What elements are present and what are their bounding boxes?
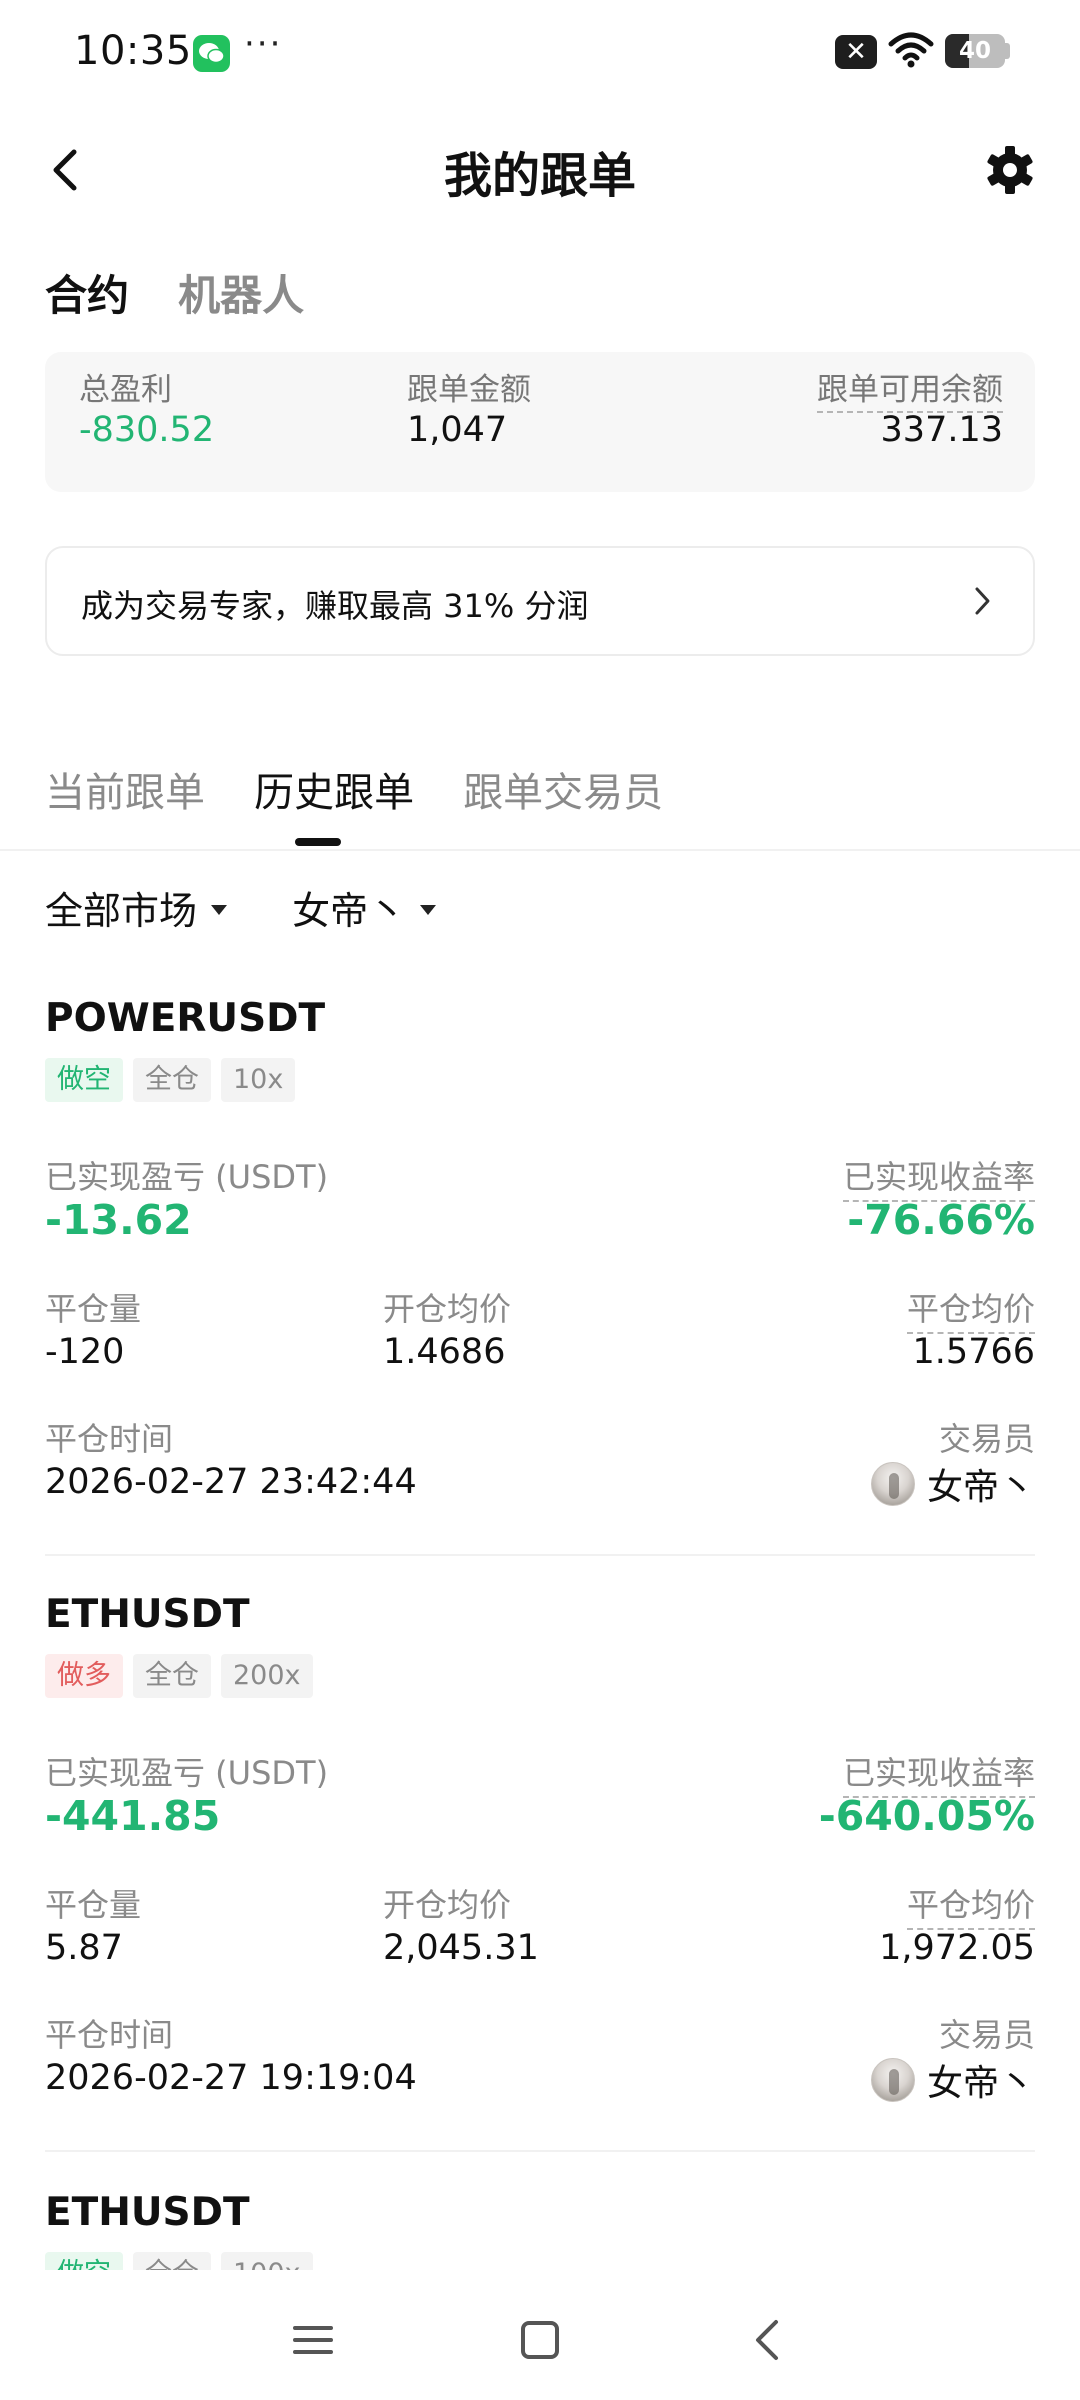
trader-filter-label: 女帝丶 [292,889,407,933]
side-tag: 做空 [45,1058,123,1102]
back-triangle-icon[interactable] [738,2310,798,2370]
close-avg-label[interactable]: 平仓均价 [906,1880,1035,1930]
close-avg-label[interactable]: 平仓均价 [906,1284,1035,1334]
close-qty-label: 平仓量 [45,1290,142,1328]
margin-tag: 全仓 [133,1654,211,1698]
margin-tag: 全仓 [133,2252,211,2272]
trader-label: 交易员 [938,2016,1035,2054]
battery-cap [1005,43,1010,59]
open-avg-label: 开仓均价 [383,1886,512,1924]
summary-card: 总盈利 -830.52 跟单金额 1,047 跟单可用余额 337.13 [45,352,1035,492]
trader-label: 交易员 [938,1420,1035,1458]
trade-tags-clipped: 做空全仓 100x [45,2252,445,2272]
wifi-icon [888,32,934,68]
close-time-label: 平仓时间 [45,2016,174,2054]
trade-symbol: POWERUSDT [45,996,326,1041]
tab-copy-traders[interactable]: 跟单交易员 [463,760,663,818]
open-avg-value: 2,045.31 [383,1928,539,1968]
gear-icon[interactable] [982,142,1038,198]
status-time: 10:35 [74,28,192,74]
menu-icon[interactable] [283,2310,343,2370]
market-filter[interactable]: 全部市场 [45,880,228,935]
market-filter-label: 全部市场 [45,889,198,933]
avatar [870,1462,915,1506]
square-icon[interactable] [510,2310,570,2370]
system-nav-bar [0,2270,1080,2400]
avatar [870,2058,915,2102]
total-pnl-label: 总盈利 [79,372,172,408]
wechat-icon [193,35,230,72]
battery-level: 40 [958,38,991,64]
tabs-divider [0,849,1080,851]
close-qty-value: -120 [45,1332,125,1372]
trader-filter[interactable]: 女帝丶 [292,880,437,935]
open-avg-label: 开仓均价 [383,1290,512,1328]
leverage-tag: 10x [221,1058,296,1102]
close-time-label: 平仓时间 [45,1420,174,1458]
trader-info[interactable]: 女帝丶 [870,1458,1035,1510]
side-tag: 做多 [45,1654,123,1698]
filter-bar: 全部市场 女帝丶 [45,880,496,940]
margin-tag: 全仓 [133,1058,211,1102]
close-qty-label: 平仓量 [45,1886,142,1924]
product-tabs: 合约 机器人 [45,262,348,322]
section-tabs: 当前跟单 历史跟单 跟单交易员 [45,760,707,840]
caret-down-icon [420,904,437,915]
caret-down-icon [211,904,228,915]
active-tab-indicator [295,838,341,846]
trader-info[interactable]: 女帝丶 [870,2054,1035,2106]
realized-roi-value: -76.66% [847,1196,1035,1244]
more-notifications-icon: ··· [244,24,283,64]
card-divider [45,1554,1035,1556]
close-avg-value: 1.5766 [912,1332,1035,1372]
tab-current-copy[interactable]: 当前跟单 [45,760,205,818]
realized-pnl-value: -13.62 [45,1196,192,1244]
realized-pnl-label: 已实现盈亏 (USDT) [45,1754,329,1792]
copy-amount-label: 跟单金额 [407,372,531,408]
no-sim-icon: ✕ [835,35,877,69]
card-divider [45,2150,1035,2152]
close-time-value: 2026-02-27 23:42:44 [45,1462,417,1502]
trade-symbol: ETHUSDT [45,2190,250,2235]
banner-text: 成为交易专家，赚取最高 31% 分润 [81,587,589,625]
trade-tags: 做空全仓 100x [45,2252,323,2272]
trade-card[interactable]: POWERUSDT 做空 全仓 10x 已实现盈亏 (USDT) 已实现收益率 -1… [45,996,1035,1556]
tab-robot[interactable]: 机器人 [178,262,304,323]
become-expert-banner[interactable]: 成为交易专家，赚取最高 31% 分润 [45,546,1035,656]
close-avg-value: 1,972.05 [879,1928,1035,1968]
trader-name: 女帝丶 [926,2063,1035,2104]
realized-pnl-label: 已实现盈亏 (USDT) [45,1158,329,1196]
trader-name: 女帝丶 [926,1467,1035,1508]
copy-amount-value: 1,047 [407,410,508,450]
leverage-tag: 100x [221,2252,313,2272]
tab-history-copy[interactable]: 历史跟单 [254,760,414,818]
available-balance-value: 337.13 [880,410,1003,450]
side-tag: 做空 [45,2252,123,2272]
leverage-tag: 200x [221,1654,313,1698]
trade-card[interactable]: ETHUSDT 做多 全仓 200x 已实现盈亏 (USDT) 已实现收益率 -44… [45,1592,1035,2152]
trade-symbol: ETHUSDT [45,1592,250,1637]
battery-icon: 40 [945,34,1005,68]
realized-pnl-value: -441.85 [45,1792,221,1840]
chevron-right-icon [975,587,990,615]
close-qty-value: 5.87 [45,1928,123,1968]
available-balance-label[interactable]: 跟单可用余额 [817,364,1003,413]
trade-tags: 做空 全仓 10x [45,1058,305,1102]
open-avg-value: 1.4686 [383,1332,506,1372]
trade-tags: 做多 全仓 200x [45,1654,323,1698]
realized-roi-value: -640.05% [818,1792,1035,1840]
status-bar: 10:35 ··· ✕ 40 [0,0,1080,104]
tab-contract[interactable]: 合约 [45,262,129,323]
close-time-value: 2026-02-27 19:19:04 [45,2058,417,2098]
realized-roi-label[interactable]: 已实现收益率 [842,1748,1035,1798]
page-title: 我的跟单 [443,148,636,204]
total-pnl-value: -830.52 [79,410,215,450]
app-header: 我的跟单 [0,104,1080,234]
realized-roi-label[interactable]: 已实现收益率 [842,1152,1035,1202]
